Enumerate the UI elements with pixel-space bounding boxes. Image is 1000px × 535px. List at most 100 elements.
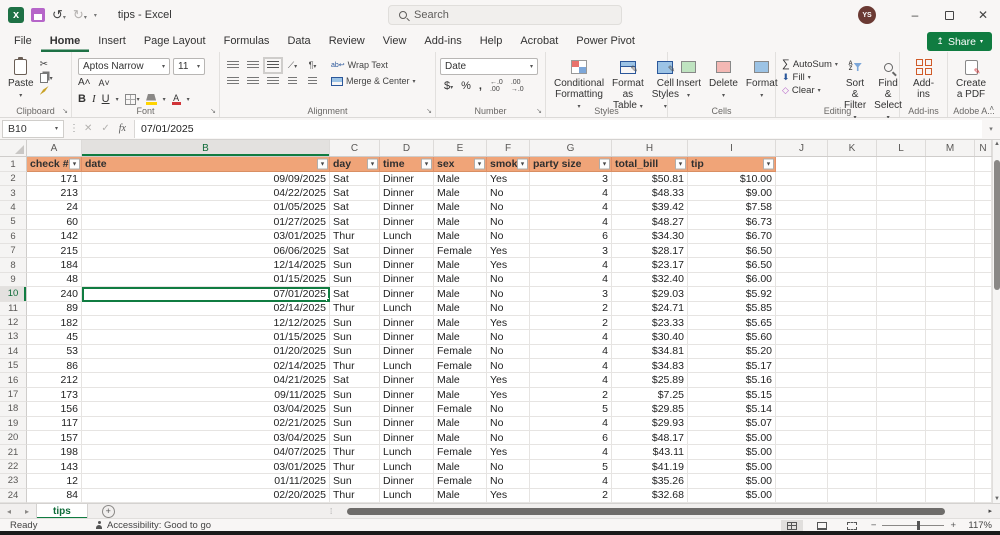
- collapse-ribbon-icon[interactable]: ˄: [989, 104, 994, 113]
- filter-button-day[interactable]: ▾: [367, 159, 378, 170]
- column-header-L[interactable]: L: [877, 140, 926, 156]
- cell-A22[interactable]: 143: [27, 460, 82, 474]
- cell-A7[interactable]: 215: [27, 244, 82, 258]
- row-header-13[interactable]: 13: [0, 330, 27, 344]
- cell-C15[interactable]: Thur: [330, 359, 380, 373]
- cell-C14[interactable]: Sun: [330, 345, 380, 359]
- cell-H24[interactable]: $32.68: [612, 489, 688, 503]
- scroll-right-icon[interactable]: ▸: [988, 507, 992, 515]
- cell-M9[interactable]: [926, 273, 975, 287]
- cell-L17[interactable]: [877, 388, 926, 402]
- cell-B16[interactable]: 04/21/2025: [82, 373, 330, 387]
- row-header-23[interactable]: 23: [0, 474, 27, 488]
- expand-formula-bar-icon[interactable]: ▾: [982, 125, 1000, 133]
- cell-E23[interactable]: Female: [434, 474, 487, 488]
- cell-J18[interactable]: [776, 402, 828, 416]
- avatar[interactable]: YS: [858, 6, 876, 24]
- cell-M5[interactable]: [926, 215, 975, 229]
- cell-B13[interactable]: 01/15/2025: [82, 330, 330, 344]
- cell-C13[interactable]: Sun: [330, 330, 380, 344]
- underline-button[interactable]: U: [102, 93, 110, 105]
- cell-N3[interactable]: [975, 186, 992, 200]
- horizontal-scrollbar[interactable]: [345, 508, 975, 515]
- cell-N15[interactable]: [975, 359, 992, 373]
- cell-E17[interactable]: Male: [434, 388, 487, 402]
- cell-N12[interactable]: [975, 316, 992, 330]
- cell-K11[interactable]: [828, 302, 877, 316]
- cell-M2[interactable]: [926, 172, 975, 186]
- align-middle-icon[interactable]: [247, 61, 259, 70]
- cell-D14[interactable]: Dinner: [380, 345, 434, 359]
- cell-C16[interactable]: Sat: [330, 373, 380, 387]
- cell-E8[interactable]: Male: [434, 258, 487, 272]
- sheet-tab-tips[interactable]: tips: [36, 504, 88, 519]
- cell-C6[interactable]: Thur: [330, 230, 380, 244]
- cell-E3[interactable]: Male: [434, 186, 487, 200]
- column-header-E[interactable]: E: [434, 140, 487, 156]
- cell-E18[interactable]: Female: [434, 402, 487, 416]
- cell-L19[interactable]: [877, 417, 926, 431]
- column-header-A[interactable]: A: [27, 140, 82, 156]
- cell-D22[interactable]: Lunch: [380, 460, 434, 474]
- cell-H23[interactable]: $35.26: [612, 474, 688, 488]
- decrease-decimal-button[interactable]: .00→.0: [511, 79, 524, 93]
- cell-J8[interactable]: [776, 258, 828, 272]
- cell-F15[interactable]: No: [487, 359, 530, 373]
- cell-E12[interactable]: Male: [434, 316, 487, 330]
- cell-C8[interactable]: Sun: [330, 258, 380, 272]
- cell-E7[interactable]: Female: [434, 244, 487, 258]
- cell-J24[interactable]: [776, 489, 828, 503]
- cell-H22[interactable]: $41.19: [612, 460, 688, 474]
- cell-H4[interactable]: $39.42: [612, 201, 688, 215]
- cell-J13[interactable]: [776, 330, 828, 344]
- ribbon-tab-page-layout[interactable]: Page Layout: [135, 30, 215, 52]
- cell-E9[interactable]: Male: [434, 273, 487, 287]
- cell-H17[interactable]: $7.25: [612, 388, 688, 402]
- cell-M21[interactable]: [926, 445, 975, 459]
- cell-N1[interactable]: [975, 157, 992, 172]
- column-header-H[interactable]: H: [612, 140, 688, 156]
- cell-N5[interactable]: [975, 215, 992, 229]
- cell-G8[interactable]: 4: [530, 258, 612, 272]
- font-dialog-launcher[interactable]: ↘: [210, 107, 216, 115]
- cell-L11[interactable]: [877, 302, 926, 316]
- cell-G23[interactable]: 4: [530, 474, 612, 488]
- cell-N24[interactable]: [975, 489, 992, 503]
- ribbon-tab-home[interactable]: Home: [41, 30, 90, 52]
- cell-G24[interactable]: 2: [530, 489, 612, 503]
- cell-I2[interactable]: $10.00: [688, 172, 776, 186]
- cell-G15[interactable]: 4: [530, 359, 612, 373]
- fill-handle[interactable]: [326, 298, 330, 302]
- row-header-14[interactable]: 14: [0, 345, 27, 359]
- zoom-level[interactable]: 117%: [964, 520, 992, 531]
- row-header-2[interactable]: 2: [0, 172, 27, 186]
- cell-L8[interactable]: [877, 258, 926, 272]
- cell-F17[interactable]: Yes: [487, 388, 530, 402]
- cell-I3[interactable]: $9.00: [688, 186, 776, 200]
- merge-center-button[interactable]: Merge & Center▾: [331, 76, 416, 86]
- cell-L22[interactable]: [877, 460, 926, 474]
- cell-G17[interactable]: 2: [530, 388, 612, 402]
- cell-B10[interactable]: 07/01/2025: [82, 287, 330, 301]
- cell-F13[interactable]: No: [487, 330, 530, 344]
- cell-J17[interactable]: [776, 388, 828, 402]
- cell-D20[interactable]: Dinner: [380, 431, 434, 445]
- cell-L1[interactable]: [877, 157, 926, 172]
- row-header-22[interactable]: 22: [0, 460, 27, 474]
- cell-I21[interactable]: $5.00: [688, 445, 776, 459]
- filter-button-time[interactable]: ▾: [421, 159, 432, 170]
- font-size-select[interactable]: 11▾: [173, 58, 205, 75]
- row-header-5[interactable]: 5: [0, 215, 27, 229]
- cell-G6[interactable]: 6: [530, 230, 612, 244]
- cell-I14[interactable]: $5.20: [688, 345, 776, 359]
- ribbon-tab-data[interactable]: Data: [278, 30, 319, 52]
- cell-B4[interactable]: 01/05/2025: [82, 201, 330, 215]
- cell-C17[interactable]: Sun: [330, 388, 380, 402]
- increase-indent-icon[interactable]: [308, 77, 317, 86]
- cell-K3[interactable]: [828, 186, 877, 200]
- cell-N7[interactable]: [975, 244, 992, 258]
- cell-H20[interactable]: $48.17: [612, 431, 688, 445]
- column-header-D[interactable]: D: [380, 140, 434, 156]
- zoom-in-button[interactable]: +: [950, 520, 956, 531]
- cell-G4[interactable]: 4: [530, 201, 612, 215]
